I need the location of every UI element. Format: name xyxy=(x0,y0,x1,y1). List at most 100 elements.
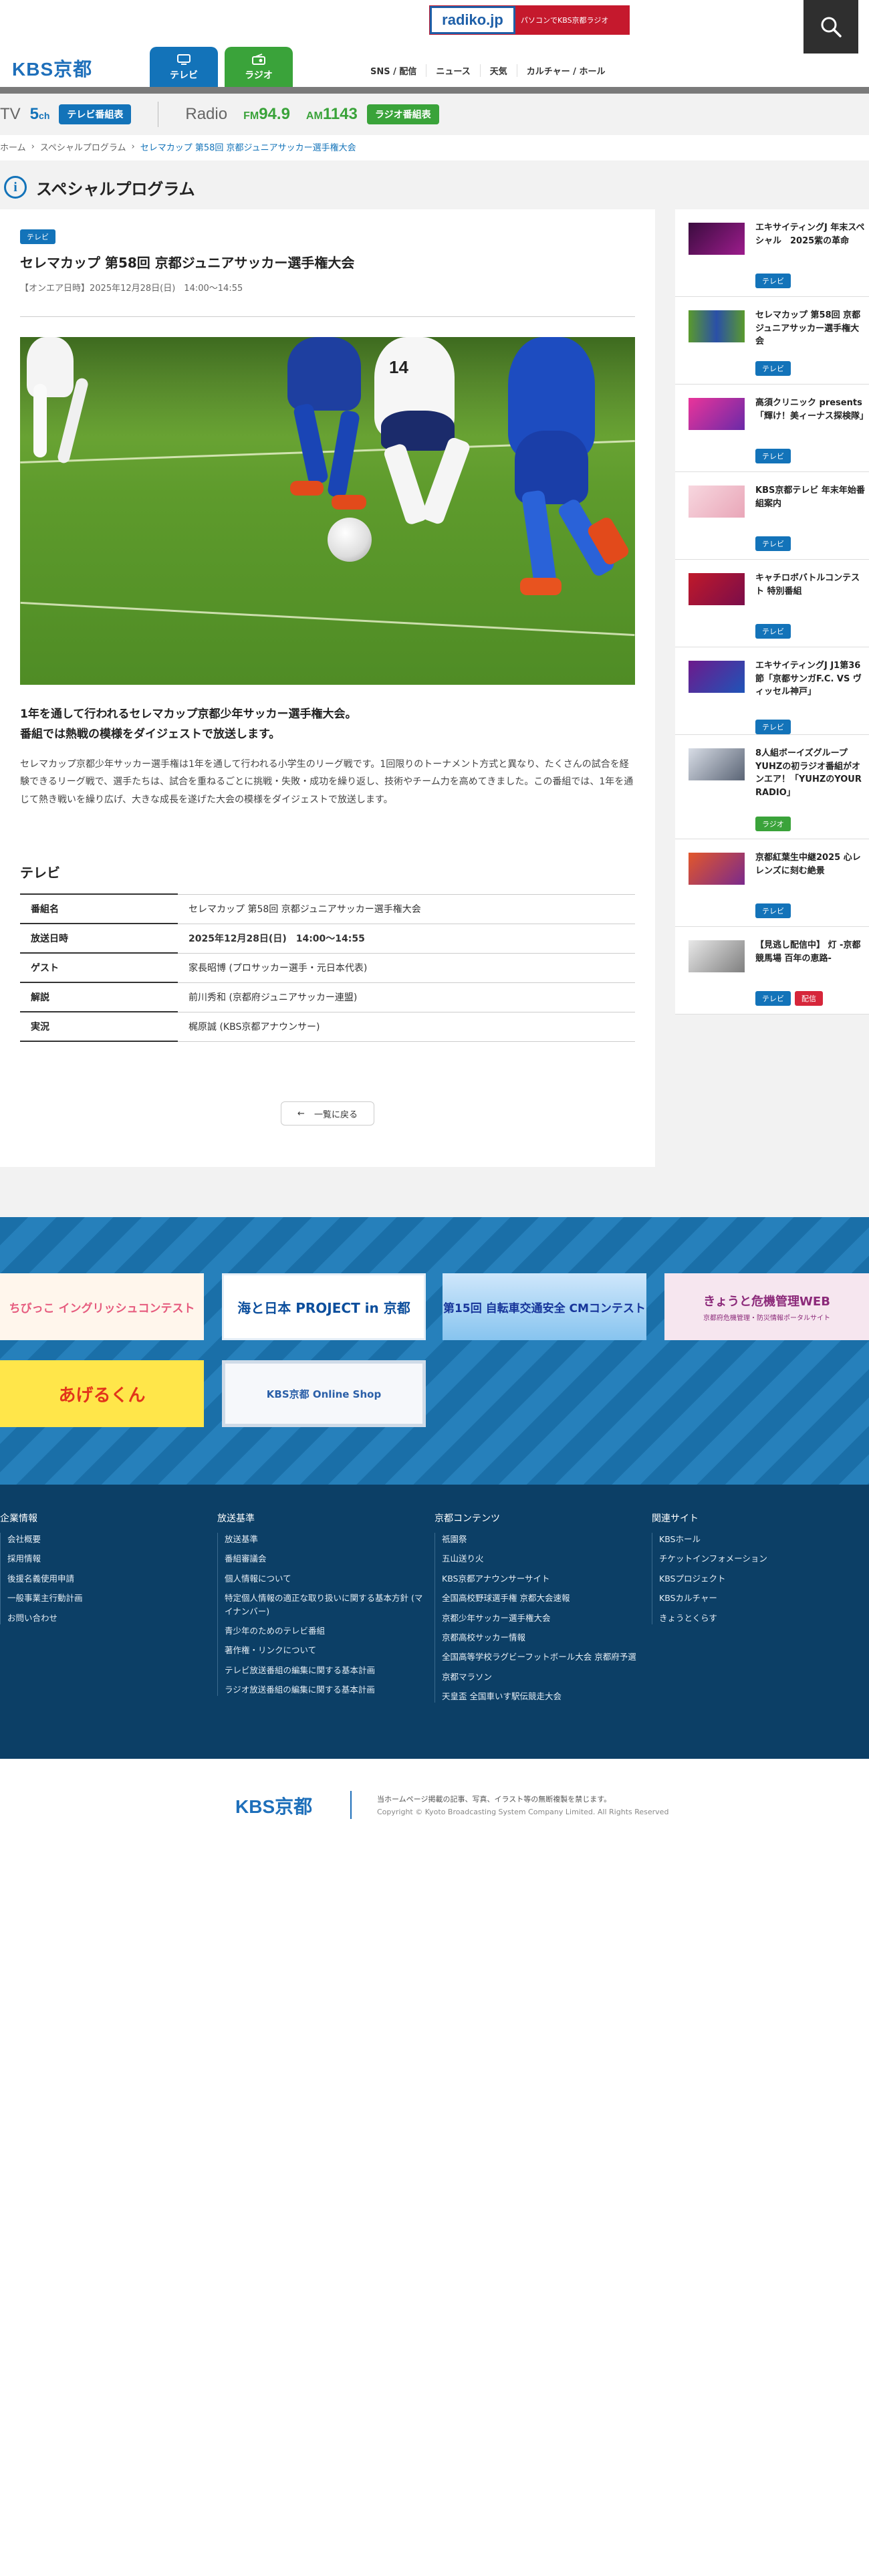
tv-icon xyxy=(177,54,191,65)
badge: テレビ xyxy=(755,274,791,288)
badge: ラジオ xyxy=(755,817,791,831)
footer-link[interactable]: KBSプロジェクト xyxy=(659,1572,859,1585)
badge: テレビ xyxy=(755,449,791,463)
thumbnail xyxy=(689,398,745,430)
footer-link[interactable]: 番組審議会 xyxy=(225,1552,424,1565)
tv-label: TV xyxy=(0,105,21,123)
radio-schedule-button[interactable]: ラジオ番組表 xyxy=(366,104,439,124)
page-title: スペシャルプログラム xyxy=(36,179,195,199)
footer-link[interactable]: 特定個人情報の適正な取り扱いに関する基本方針 (マイナンバー) xyxy=(225,1592,424,1618)
radiko-logo: radiko.jp xyxy=(430,6,515,34)
footer-link[interactable]: 個人情報について xyxy=(225,1572,424,1585)
sidebar-item[interactable]: 高須クリニック presents「輝け！美ィーナス探検隊」 テレビ xyxy=(675,385,869,472)
footer-link[interactable]: 後援名義使用申請 xyxy=(7,1572,207,1585)
table-row: 放送日時 2025年12月28日(日) 14:00〜14:55 xyxy=(20,924,635,954)
footer-link[interactable]: 祇園祭 xyxy=(442,1533,642,1545)
footer-link[interactable]: お問い合わせ xyxy=(7,1612,207,1624)
global-nav: SNS / 配信 ニュース 天気 カルチャー / ホール xyxy=(361,64,614,77)
footer-column-title: 京都コンテンツ xyxy=(434,1513,500,1524)
footer-link[interactable]: 京都高校サッカー情報 xyxy=(442,1631,642,1644)
footer-note: 当ホームページ掲載の記事、写真、イラスト等の無断複製を禁じます。 Copyrig… xyxy=(377,1795,669,1816)
banner-agerukun[interactable]: あげるくん xyxy=(0,1360,204,1427)
footer-logo[interactable]: KBS京都 xyxy=(235,1792,312,1819)
thumbnail xyxy=(689,940,745,972)
banner-umi-to-nippon[interactable]: 海と日本 PROJECT in 京都 xyxy=(222,1273,426,1340)
site-header: KBS京都 radiko.jp パソコンでKBS京都ラジオ テレビ ラジオ SN… xyxy=(0,0,869,88)
footer-link[interactable]: 会社概要 xyxy=(7,1533,207,1545)
sidebar-item[interactable]: エキサイティングJ 年末スペシャル 2025紫の革命 テレビ xyxy=(675,209,869,297)
tv-schedule-button[interactable]: テレビ番組表 xyxy=(59,104,132,124)
sidebar-item[interactable]: 【見逃し配信中】 灯 -京都競馬場 百年の恵路- テレビ 配信 xyxy=(675,927,869,1014)
sidebar-item[interactable]: セレマカップ 第58回 京都ジュニアサッカー選手権大会 テレビ xyxy=(675,297,869,385)
sidebar-item[interactable]: 8人組ボーイズグループYUHZの初ラジオ番組がオンエア！「YUHZのYOUR R… xyxy=(675,735,869,839)
back-label: 一覧に戻る xyxy=(314,1109,358,1120)
radiko-banner[interactable]: radiko.jp パソコンでKBS京都ラジオ xyxy=(429,5,630,35)
info-value: 梶原誠 (KBS京都アナウンサー) xyxy=(178,1012,635,1042)
breadcrumb-special[interactable]: スペシャルプログラム xyxy=(40,140,126,153)
banner-kiki-kanri[interactable]: きょうと危機管理WEB 京都府危機管理・防災情報ポータルサイト xyxy=(664,1273,869,1340)
footer-column-title: 関連サイト xyxy=(652,1513,699,1524)
footer-column-kyoto: 京都コンテンツ 祇園祭 五山送り火 KBS京都アナウンサーサイト 全国高校野球選… xyxy=(434,1511,642,1709)
tab-radio[interactable]: ラジオ xyxy=(225,47,293,88)
sidebar-item-title: エキサイティングJ 年末スペシャル 2025紫の革命 xyxy=(755,223,865,246)
table-row: ゲスト 家長昭博 (プロサッカー選手・元日本代表) xyxy=(20,953,635,984)
footer-link[interactable]: 著作権・リンクについて xyxy=(225,1644,424,1656)
table-row: 実況 梶原誠 (KBS京都アナウンサー) xyxy=(20,1012,635,1043)
banner-online-shop[interactable]: KBS京都 Online Shop xyxy=(222,1360,426,1427)
info-key: 実況 xyxy=(20,1012,178,1043)
nav-weather[interactable]: 天気 xyxy=(479,64,517,77)
footer-link[interactable]: KBS京都アナウンサーサイト xyxy=(442,1572,642,1585)
site-footer: 企業情報 会社概要 採用情報 後援名義使用申請 一般事業主行動計画 お問い合わせ… xyxy=(0,1485,869,1759)
footer-link[interactable]: 一般事業主行動計画 xyxy=(7,1592,207,1604)
sidebar-item-title: キャチロボバトルコンテスト 特別番組 xyxy=(755,573,860,597)
footer-link[interactable]: 五山送り火 xyxy=(442,1552,642,1565)
radiko-text: パソコンでKBS京都ラジオ xyxy=(515,6,629,34)
info-key: 番組名 xyxy=(20,893,178,925)
footer-link[interactable]: チケットインフォメーション xyxy=(659,1552,859,1565)
footer-link[interactable]: 全国高校野球選手権 京都大会速報 xyxy=(442,1592,642,1604)
footer-link[interactable]: 放送基準 xyxy=(225,1533,424,1545)
footer-link[interactable]: KBSホール xyxy=(659,1533,859,1545)
footer-separator xyxy=(350,1791,352,1819)
sidebar-item[interactable]: エキサイティングJ J1第36節「京都サンガF.C. VS ヴィッセル神戸」 テ… xyxy=(675,647,869,735)
back-to-list-button[interactable]: ← 一覧に戻る xyxy=(281,1101,374,1125)
article: テレビ セレマカップ 第58回 京都ジュニアサッカー選手権大会 【オンエア日時】… xyxy=(20,229,635,1043)
chevron-right-icon: › xyxy=(131,142,135,152)
search-button[interactable] xyxy=(803,0,858,53)
site-logo[interactable]: KBS京都 xyxy=(12,55,92,82)
banner-english-contest[interactable]: ちびっこ イングリッシュコンテスト xyxy=(0,1273,204,1340)
sidebar-item-title: エキサイティングJ J1第36節「京都サンガF.C. VS ヴィッセル神戸」 xyxy=(755,661,862,697)
footer-link[interactable]: 京都マラソン xyxy=(442,1671,642,1683)
sidebar-item[interactable]: キャチロボバトルコンテスト 特別番組 テレビ xyxy=(675,560,869,647)
footer-column-related: 関連サイト KBSホール チケットインフォメーション KBSプロジェクト KBS… xyxy=(652,1511,859,1631)
hero-image: 14 xyxy=(20,337,635,685)
footer-link[interactable]: 採用情報 xyxy=(7,1552,207,1565)
onair-bar: TV 5ch テレビ番組表 Radio FM94.9 AM1143 ラジオ番組表 xyxy=(0,94,869,135)
banner-cm-contest[interactable]: 第15回 自転車交通安全 CMコンテスト xyxy=(443,1273,646,1340)
footer-link[interactable]: ラジオ放送番組の編集に関する基本計画 xyxy=(225,1683,424,1696)
nav-sns[interactable]: SNS / 配信 xyxy=(361,64,426,77)
article-title: セレマカップ 第58回 京都ジュニアサッカー選手権大会 xyxy=(20,255,355,271)
breadcrumb-home[interactable]: ホーム xyxy=(0,140,26,153)
badge: テレビ xyxy=(755,536,791,551)
footer-column-title: 企業情報 xyxy=(0,1513,37,1524)
badge: テレビ xyxy=(755,624,791,639)
tab-tv[interactable]: テレビ xyxy=(150,47,218,88)
footer-link[interactable]: KBSカルチャー xyxy=(659,1592,859,1604)
category-badge: テレビ xyxy=(20,229,55,244)
badge: テレビ xyxy=(755,903,791,918)
sidebar-item[interactable]: KBS京都テレビ 年末年始番組案内 テレビ xyxy=(675,472,869,560)
footer-link[interactable]: 京都少年サッカー選手権大会 xyxy=(442,1612,642,1624)
sidebar-item[interactable]: 京都紅葉生中継2025 心レレンズに刻む絶景 テレビ xyxy=(675,839,869,927)
search-icon xyxy=(821,17,842,37)
sidebar-item-title: 8人組ボーイズグループYUHZの初ラジオ番組がオンエア！「YUHZのYOUR R… xyxy=(755,748,862,798)
footer-link[interactable]: 天皇盃 全国車いす駅伝競走大会 xyxy=(442,1690,642,1703)
sidebar-item-title: KBS京都テレビ 年末年始番組案内 xyxy=(755,486,865,509)
footer-link[interactable]: きょうとくらす xyxy=(659,1612,859,1624)
footer-link[interactable]: テレビ放送番組の編集に関する基本計画 xyxy=(225,1664,424,1677)
footer-link[interactable]: 全国高等学校ラグビーフットボール大会 京都府予選 xyxy=(442,1650,642,1663)
nav-culture[interactable]: カルチャー / ホール xyxy=(516,64,615,77)
nav-news[interactable]: ニュース xyxy=(426,64,479,77)
table-row: 解説 前川秀和 (京都府ジュニアサッカー連盟) xyxy=(20,982,635,1013)
footer-link[interactable]: 青少年のためのテレビ番組 xyxy=(225,1624,424,1637)
